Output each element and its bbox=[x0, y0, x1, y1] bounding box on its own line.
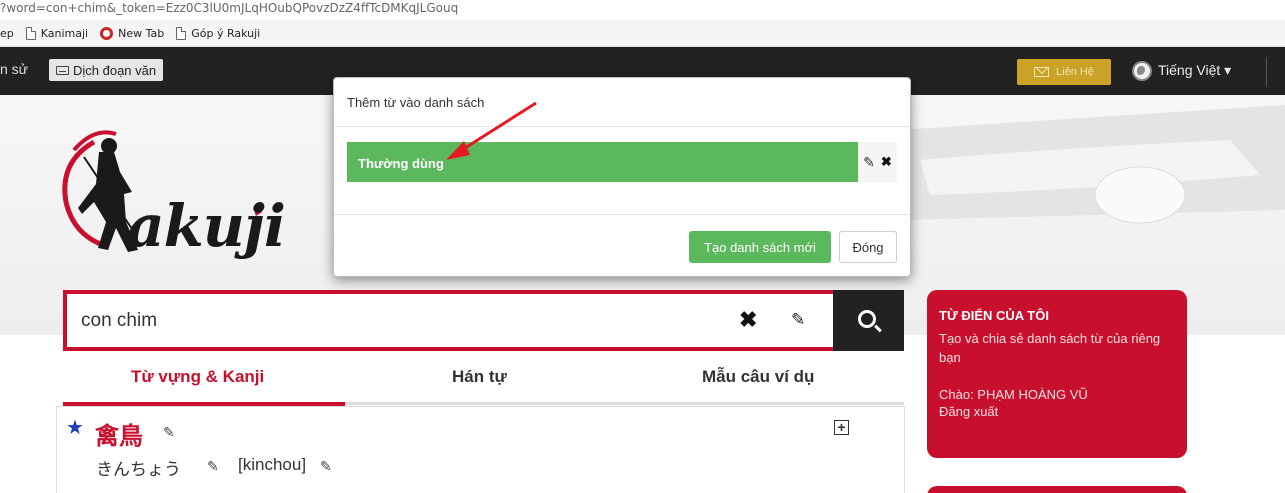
bookmark-ep[interactable]: ep bbox=[0, 27, 14, 40]
tab-vocabulary-kanji[interactable]: Từ vựng & Kanji bbox=[131, 367, 264, 387]
panel-title: TỪ ĐIỂN CỦA TÔI bbox=[939, 308, 1049, 323]
bookmark-label: New Tab bbox=[118, 26, 165, 40]
secondary-panel bbox=[927, 486, 1187, 493]
bookmark-kanimaji[interactable]: Kanimaji bbox=[25, 26, 89, 40]
modal-divider bbox=[334, 126, 910, 127]
tab-han-tu[interactable]: Hán tự bbox=[452, 367, 507, 387]
bookmarks-bar: ep Kanimaji New Tab Góp ý Rakuji bbox=[0, 20, 1285, 47]
bookmark-gop-y-rakuji[interactable]: Góp ý Rakuji bbox=[176, 26, 261, 40]
search-button[interactable] bbox=[833, 290, 904, 351]
my-dictionary-panel: TỪ ĐIỂN CỦA TÔI Tạo và chia sẻ danh sách… bbox=[927, 290, 1187, 458]
edit-romaji-icon[interactable]: ✎ bbox=[320, 458, 332, 475]
user-greeting: Chào: PHẠM HOÀNG VŨ bbox=[939, 387, 1088, 402]
search-box: ✖ ✎ bbox=[63, 290, 904, 351]
logo-wordmark: akuji bbox=[127, 192, 286, 260]
add-to-list-button[interactable]: + bbox=[834, 420, 849, 435]
list-item-tools: ✎ ✖ bbox=[858, 142, 897, 182]
annotation-arrow bbox=[446, 101, 537, 160]
create-list-button[interactable]: Tạo danh sách mới bbox=[689, 231, 831, 263]
star-icon[interactable]: ★ bbox=[66, 415, 84, 440]
delete-list-icon[interactable]: ✖ bbox=[881, 154, 892, 170]
result-reading: きんちょう bbox=[96, 460, 181, 480]
address-bar[interactable]: ?word=con+chim&_token=Ezz0C3lU0mJLqHOubQ… bbox=[0, 0, 1285, 20]
logout-link[interactable]: Đăng xuất bbox=[939, 404, 1175, 419]
document-icon bbox=[176, 26, 187, 40]
bookmark-label: Kanimaji bbox=[40, 26, 89, 40]
url-text: ?word=con+chim&_token=Ezz0C3lU0mJLqHOubQ… bbox=[0, 1, 459, 15]
modal-footer-divider bbox=[334, 214, 910, 215]
result-word: 禽鳥 bbox=[95, 421, 143, 450]
search-input[interactable] bbox=[81, 308, 681, 334]
close-modal-button[interactable]: Đóng bbox=[839, 231, 897, 263]
globe-icon[interactable] bbox=[1132, 61, 1152, 81]
edit-word-icon[interactable]: ✎ bbox=[163, 424, 175, 441]
search-icon bbox=[858, 310, 876, 328]
result-card bbox=[56, 406, 905, 493]
panel-description: Tạo và chia sẻ danh sách từ của riêng bạ… bbox=[939, 331, 1161, 365]
translate-paragraph-button[interactable]: Dịch đoạn văn bbox=[49, 59, 164, 81]
bookmark-label: ep bbox=[0, 26, 14, 40]
navbar-divider bbox=[1266, 57, 1267, 87]
edit-list-icon[interactable]: ✎ bbox=[863, 154, 875, 171]
tab-underline bbox=[345, 402, 904, 405]
result-romaji: [kinchou] bbox=[238, 455, 307, 474]
laptop-decoration bbox=[900, 105, 1285, 224]
add-to-list-modal: Thêm từ vào danh sách Thường dùng ✎ ✖ Tạ… bbox=[333, 77, 911, 277]
bookmark-label: Góp ý Rakuji bbox=[191, 26, 261, 40]
handwriting-edit-icon[interactable]: ✎ bbox=[791, 308, 805, 332]
language-dropdown[interactable]: Tiếng Việt ▾ bbox=[1158, 62, 1231, 79]
list-item-label: Thường dùng bbox=[358, 156, 444, 171]
contact-button[interactable]: Liên Hệ bbox=[1017, 59, 1111, 85]
newtab-icon bbox=[100, 26, 114, 40]
mail-icon bbox=[1034, 67, 1050, 77]
clear-search-icon[interactable]: ✖ bbox=[739, 307, 757, 333]
translate-label: Dịch đoạn văn bbox=[73, 62, 157, 78]
tab-example-sentences[interactable]: Mẫu câu ví dụ bbox=[702, 367, 814, 387]
bookmark-new-tab[interactable]: New Tab bbox=[100, 26, 165, 40]
nav-history-link[interactable]: n sử bbox=[0, 61, 28, 77]
document-icon bbox=[25, 26, 36, 40]
contact-label: Liên Hệ bbox=[1056, 66, 1094, 78]
edit-reading-icon[interactable]: ✎ bbox=[207, 458, 219, 475]
keyboard-icon bbox=[56, 65, 69, 75]
list-item-thuong-dung[interactable]: Thường dùng bbox=[347, 142, 858, 182]
